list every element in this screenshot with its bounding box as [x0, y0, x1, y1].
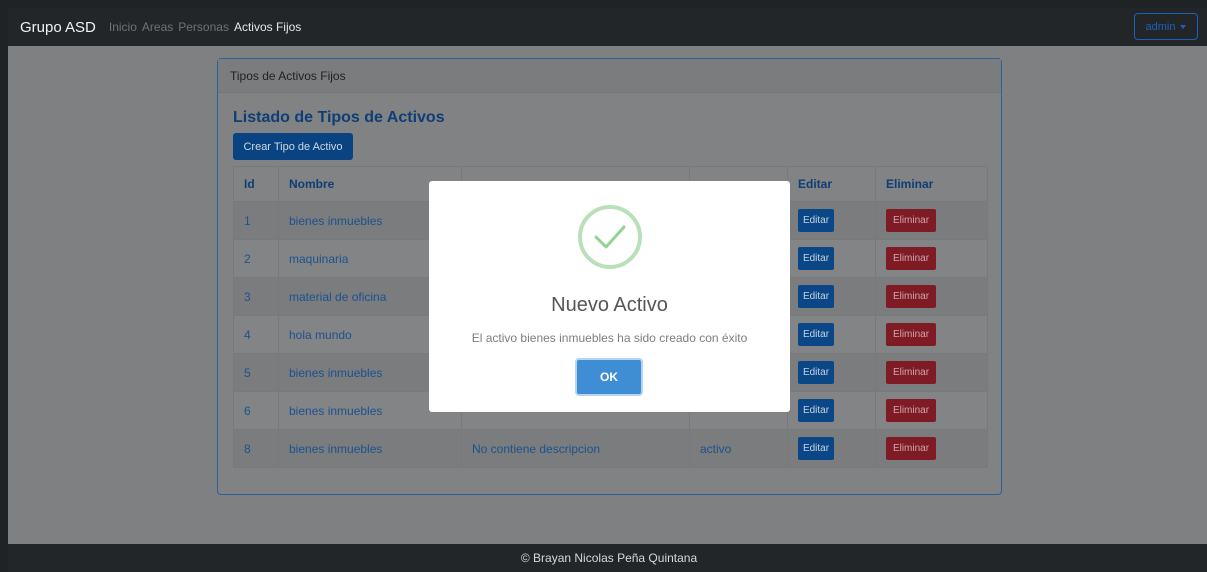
delete-button[interactable]: Eliminar	[886, 399, 936, 422]
ok-button[interactable]: OK	[575, 358, 643, 396]
edit-button[interactable]: Editar	[798, 437, 834, 460]
cell-id: 3	[233, 277, 279, 316]
cell-editar: Editar	[787, 429, 876, 468]
cell-eliminar: Eliminar	[875, 239, 988, 278]
user-menu-button[interactable]: admin	[1134, 13, 1198, 40]
edit-button[interactable]: Editar	[798, 285, 834, 308]
card-header: Tipos de Activos Fijos	[218, 59, 1001, 93]
check-icon	[578, 205, 642, 269]
navbar: Grupo ASD Inicio Areas Personas Activos …	[8, 8, 1207, 46]
delete-button[interactable]: Eliminar	[886, 437, 936, 460]
dialog-title: Nuevo Activo	[551, 294, 668, 316]
dialog-message: El activo bienes inmuebles ha sido cread…	[471, 331, 748, 345]
cell-editar: Editar	[787, 201, 876, 240]
cell-editar: Editar	[787, 277, 876, 316]
cell-id: 6	[233, 391, 279, 430]
cell-eliminar: Eliminar	[875, 315, 988, 354]
nav-link-areas[interactable]: Areas	[142, 20, 173, 34]
delete-button[interactable]: Eliminar	[886, 247, 936, 270]
cell-editar: Editar	[787, 315, 876, 354]
page-title: Listado de Tipos de Activos	[233, 109, 445, 126]
cell-eliminar: Eliminar	[875, 353, 988, 392]
cell-editar: Editar	[787, 391, 876, 430]
column-header-editar: Editar	[787, 166, 876, 202]
cell-id: 1	[233, 201, 279, 240]
cell-editar: Editar	[787, 353, 876, 392]
nav-link-inicio[interactable]: Inicio	[109, 20, 137, 34]
nav-link-personas[interactable]: Personas	[178, 20, 229, 34]
cell-eliminar: Eliminar	[875, 277, 988, 316]
delete-button[interactable]: Eliminar	[886, 323, 936, 346]
chevron-down-icon	[1180, 24, 1187, 29]
edit-button[interactable]: Editar	[798, 209, 834, 232]
edit-button[interactable]: Editar	[798, 399, 834, 422]
cell-eliminar: Eliminar	[875, 429, 988, 468]
edit-button[interactable]: Editar	[798, 361, 834, 384]
user-menu-label: admin	[1145, 20, 1176, 33]
table-row: 8 bienes inmuebles No contiene descripci…	[233, 429, 988, 468]
cell-nombre: bienes inmuebles	[278, 429, 462, 468]
delete-button[interactable]: Eliminar	[886, 209, 936, 232]
nav-link-activos-fijos[interactable]: Activos Fijos	[234, 20, 301, 34]
cell-id: 2	[233, 239, 279, 278]
edit-button[interactable]: Editar	[798, 323, 834, 346]
brand[interactable]: Grupo ASD	[20, 19, 96, 36]
app-window: Grupo ASD Inicio Areas Personas Activos …	[8, 8, 1207, 572]
delete-button[interactable]: Eliminar	[886, 285, 936, 308]
create-asset-type-button[interactable]: Crear Tipo de Activo	[233, 133, 353, 160]
cell-id: 5	[233, 353, 279, 392]
column-header-id: Id	[233, 166, 279, 202]
cell-estado: activo	[689, 429, 788, 468]
edit-button[interactable]: Editar	[798, 247, 834, 270]
cell-eliminar: Eliminar	[875, 391, 988, 430]
cell-id: 8	[233, 429, 279, 468]
cell-eliminar: Eliminar	[875, 201, 988, 240]
column-header-eliminar: Eliminar	[875, 166, 988, 202]
footer: © Brayan Nicolas Peña Quintana	[8, 544, 1207, 572]
delete-button[interactable]: Eliminar	[886, 361, 936, 384]
success-dialog: Nuevo Activo El activo bienes inmuebles …	[429, 181, 790, 412]
cell-editar: Editar	[787, 239, 876, 278]
cell-id: 4	[233, 315, 279, 354]
cell-descripcion: No contiene descripcion	[461, 429, 690, 468]
